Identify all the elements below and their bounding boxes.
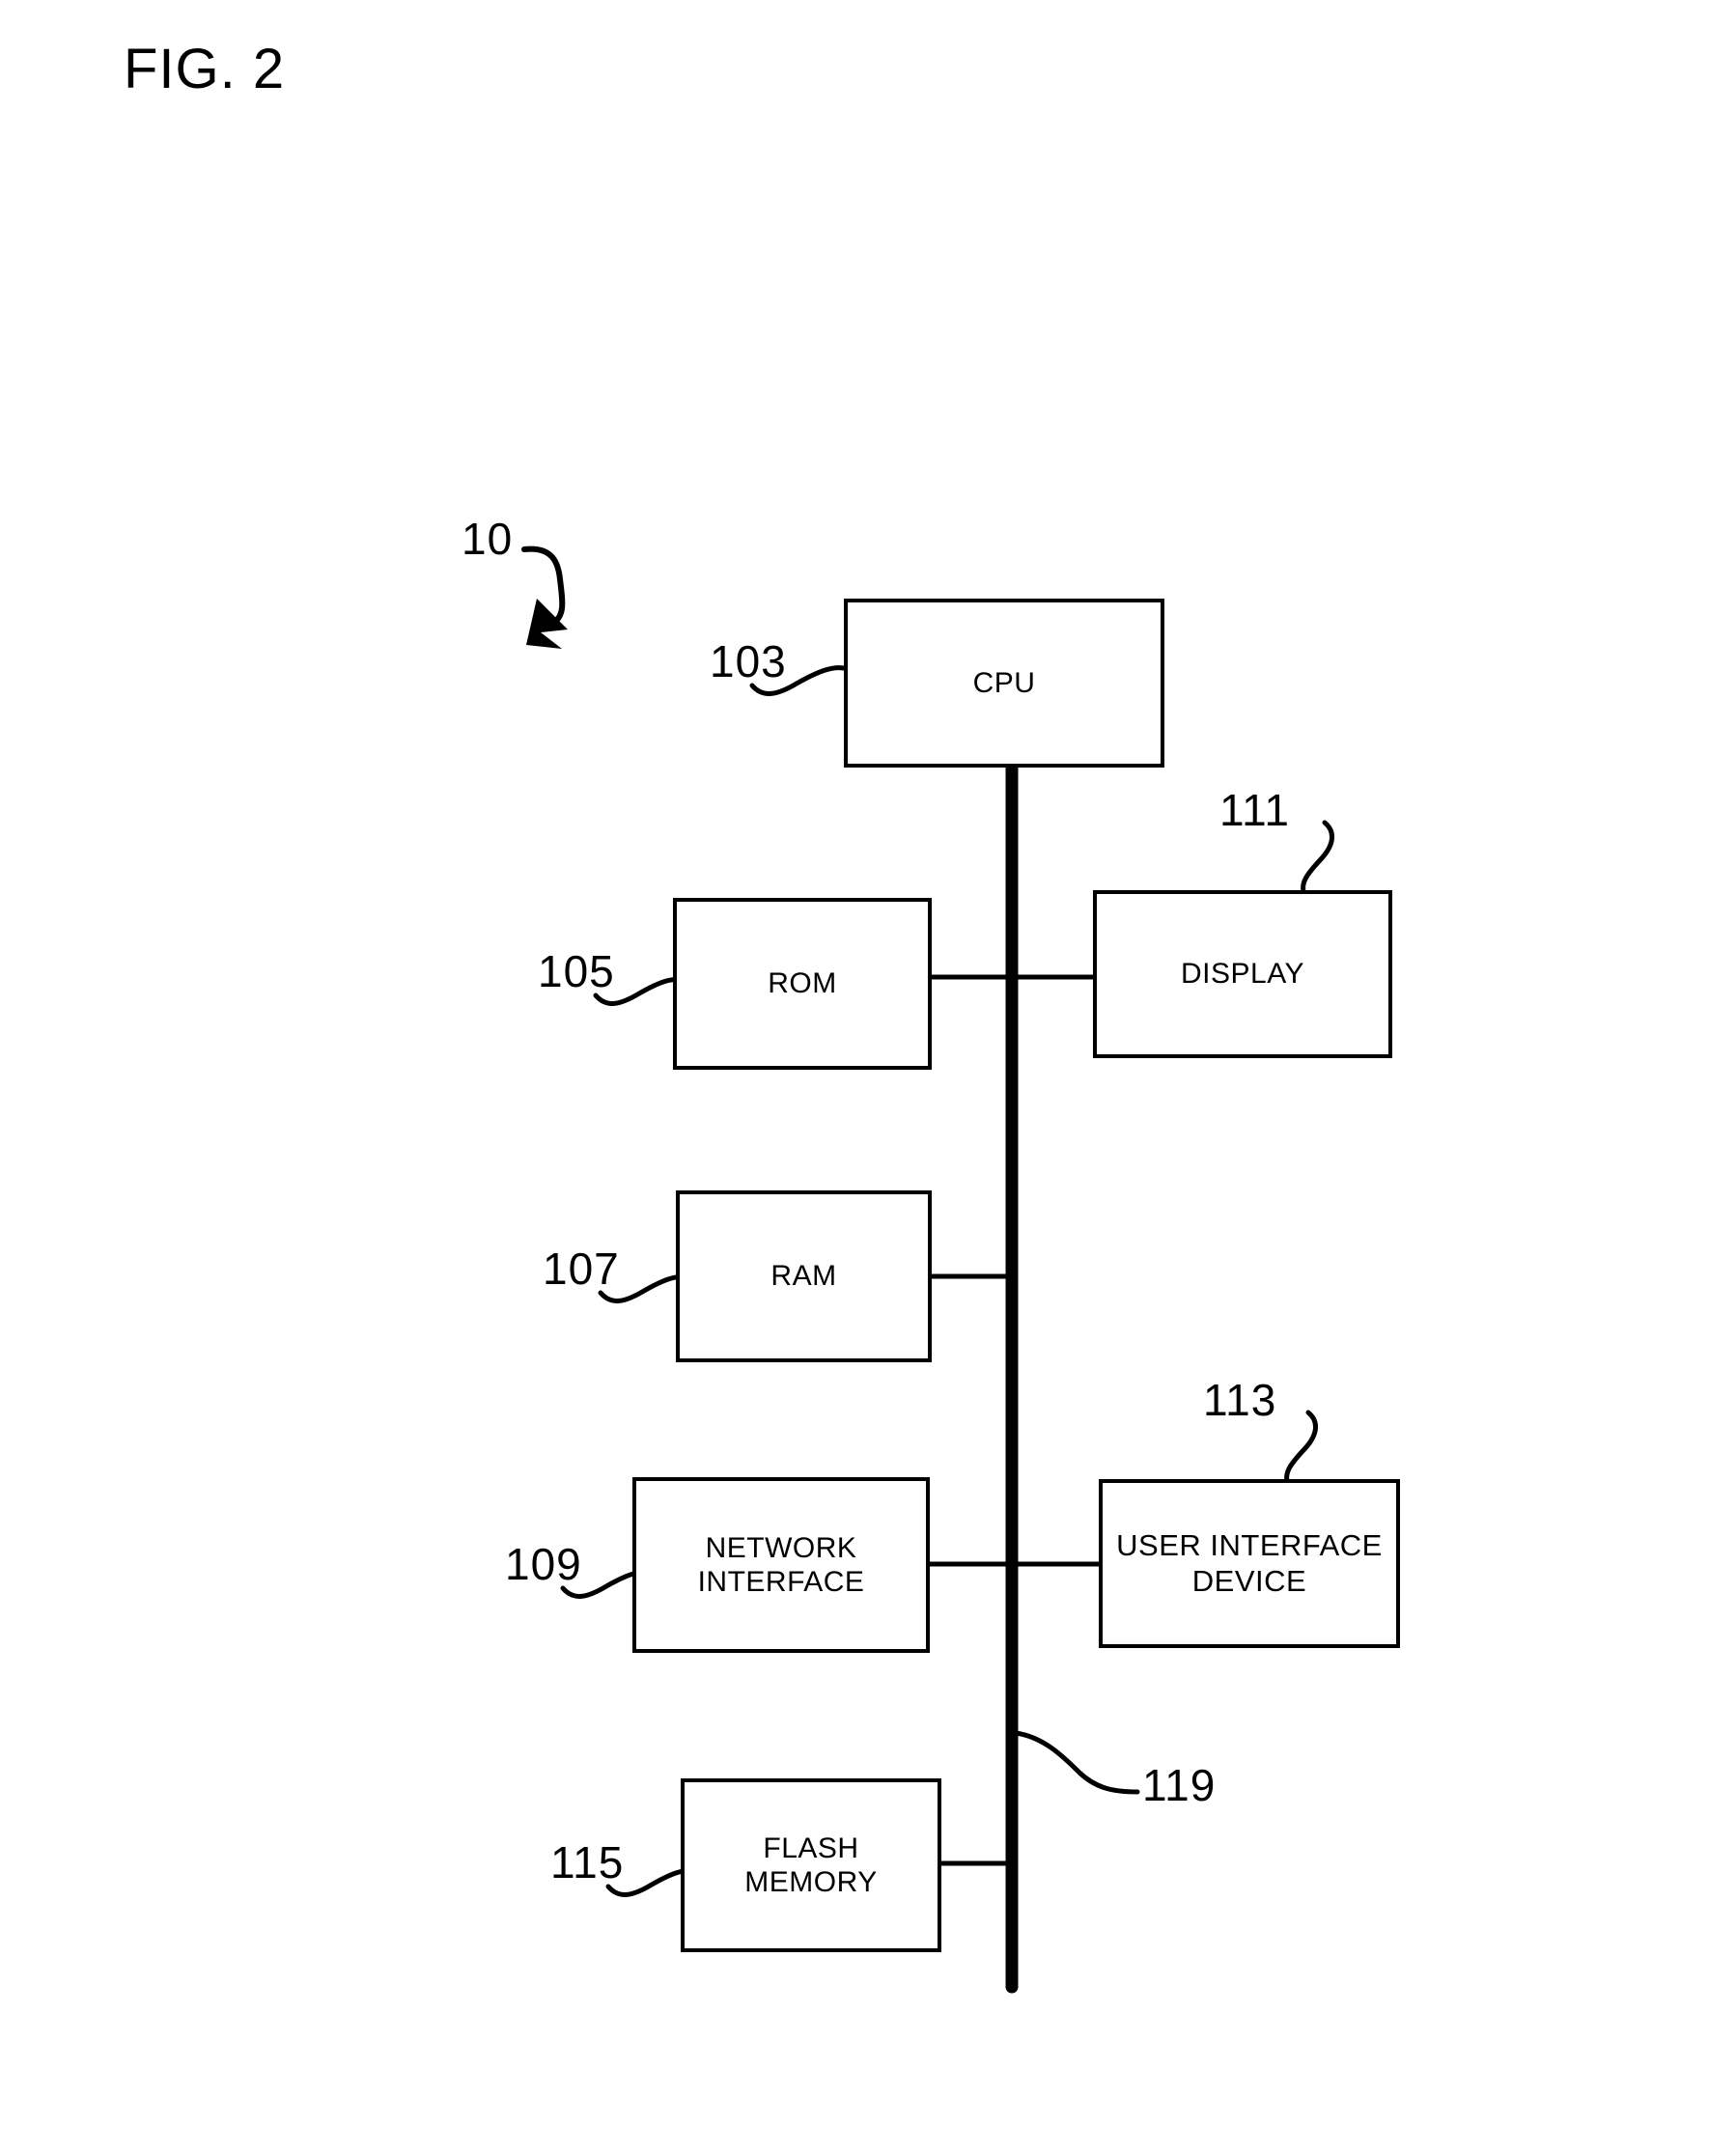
ref-numeral-109: 109 <box>505 1539 582 1589</box>
ref-numeral-111: 111 <box>1219 785 1290 835</box>
node-label-user-interface-device: USER INTERFACE DEVICE <box>1116 1527 1383 1598</box>
ref-numeral-119: 119 <box>1142 1760 1217 1810</box>
node-label-cpu: CPU <box>972 666 1036 699</box>
ref-numeral-113: 113 <box>1203 1375 1277 1425</box>
ref-numeral-115: 115 <box>550 1837 625 1887</box>
node-display[interactable]: DISPLAY <box>1093 890 1392 1058</box>
lead-line-111 <box>1301 820 1334 894</box>
node-user-interface-device[interactable]: USER INTERFACE DEVICE <box>1099 1479 1400 1648</box>
lead-line-119 <box>1013 1730 1140 1795</box>
node-network-interface[interactable]: NETWORK INTERFACE <box>632 1477 930 1653</box>
ref-numeral-10: 10 <box>462 514 514 564</box>
node-flash-memory[interactable]: FLASH MEMORY <box>681 1778 941 1952</box>
node-label-display: DISPLAY <box>1181 958 1304 991</box>
ref-numeral-105: 105 <box>538 946 615 996</box>
node-label-flash-memory: FLASH MEMORY <box>744 1831 878 1898</box>
node-cpu[interactable]: CPU <box>844 599 1164 768</box>
node-label-ram: RAM <box>770 1260 837 1293</box>
node-ram[interactable]: RAM <box>676 1190 932 1362</box>
node-rom[interactable]: ROM <box>673 898 932 1070</box>
node-label-network-interface: NETWORK INTERFACE <box>697 1531 865 1598</box>
ref-numeral-107: 107 <box>543 1244 620 1294</box>
ref-numeral-103: 103 <box>710 636 787 686</box>
lead-line-113 <box>1284 1410 1318 1484</box>
node-label-rom: ROM <box>768 967 837 1000</box>
